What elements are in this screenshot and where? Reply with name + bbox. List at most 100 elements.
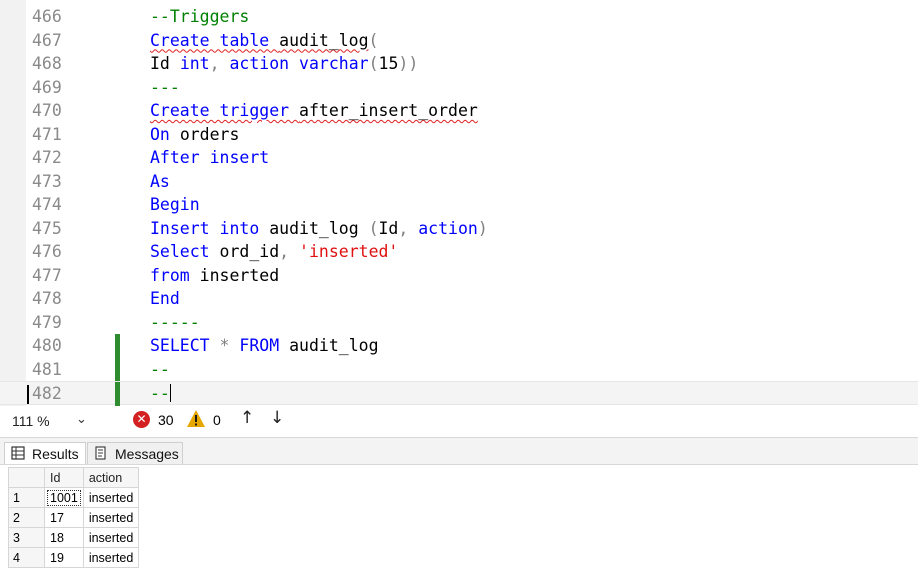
line-number: 476 [32,242,62,261]
code-token: After insert [150,148,270,167]
tab-results-label: Results [32,446,79,462]
row-number[interactable]: 1 [8,487,45,508]
tab-results[interactable]: Results [4,442,86,465]
row-number[interactable]: 4 [8,547,45,568]
code-token: 15 [378,54,399,73]
code-token: SELECT [150,336,220,355]
table-row[interactable]: 3 18 inserted [8,527,140,548]
code-text[interactable]: --Triggers [150,5,249,29]
code-token: ( [368,30,379,50]
code-token: As [150,171,170,191]
code-token: 'inserted' [299,242,399,261]
code-token: , [209,54,230,73]
code-text[interactable]: -- [150,358,170,382]
code-line[interactable]: 470 Create trigger after_insert_order [0,99,918,123]
line-number: 472 [32,148,62,167]
line-number: 470 [32,101,62,120]
code-text[interactable]: As [150,170,170,194]
row-number[interactable]: 2 [8,507,45,528]
table-row[interactable]: 1 1001 inserted [8,487,140,508]
cell-id[interactable]: 1001 [44,487,84,508]
code-line[interactable]: 480 SELECT * FROM audit_log [0,334,918,358]
code-line[interactable]: 476 Select ord_id, 'inserted' [0,240,918,264]
code-text[interactable]: On orders [150,123,239,147]
code-token: ) [477,218,488,238]
code-text[interactable]: --- [150,76,180,100]
code-text[interactable]: -- [150,382,171,406]
code-text[interactable]: End [150,287,180,311]
current-line-marker [27,385,29,404]
table-row[interactable]: 2 17 inserted [8,507,140,528]
line-number: 475 [32,218,62,238]
cell-id[interactable]: 18 [44,527,84,548]
results-grid[interactable]: Id action 1 1001 inserted 2 17 inserted … [8,467,140,568]
code-line[interactable]: 473 As [0,170,918,194]
grid-icon [11,446,25,460]
code-editor[interactable]: 466 --Triggers 467 Create table audit_log(4… [0,0,918,406]
code-line[interactable]: 481 -- [0,357,918,382]
column-header-action[interactable]: action [82,467,140,488]
change-indicator [115,382,120,406]
code-token: int [179,54,210,73]
code-text[interactable]: After insert [150,146,269,170]
cell-id[interactable]: 19 [44,547,84,568]
code-line[interactable]: 468 Id int, action varchar(15)) [0,52,918,76]
cell-id[interactable]: 17 [44,507,84,528]
code-line[interactable]: 467 Create table audit_log( [0,29,918,53]
cell-action[interactable]: inserted [82,547,140,568]
code-line[interactable]: 478 End [0,287,918,311]
code-text[interactable]: from inserted [150,264,279,288]
row-number[interactable]: 3 [8,527,45,548]
code-text[interactable]: Create trigger after_insert_order [150,99,478,123]
code-token: )) [398,54,419,73]
code-token: -- [150,384,170,403]
code-token: action [418,218,478,238]
code-token: ----- [150,312,200,332]
code-line[interactable]: 475 Insert into audit_log (Id, action) [0,217,918,241]
code-text[interactable]: ----- [150,311,200,335]
code-line[interactable]: 482 -- [0,381,918,406]
warning-count[interactable]: 0 [213,412,221,428]
change-indicator [115,334,120,358]
code-token: * [219,336,240,355]
line-number: 466 [32,7,62,26]
previous-issue-arrow-icon[interactable]: ↑ [240,408,254,428]
code-token: after_insert_order [299,101,478,120]
warning-icon[interactable] [186,409,206,429]
code-line[interactable]: 479 ----- [0,311,918,335]
code-text[interactable]: Id int, action varchar(15)) [150,52,418,76]
code-token: End [150,289,180,308]
code-token: --Triggers [150,7,250,26]
results-tab-bar: Results Messages [0,437,918,465]
code-line[interactable]: 466 --Triggers [0,5,918,29]
line-number: 479 [32,312,62,332]
error-count[interactable]: 30 [158,412,174,428]
next-issue-arrow-icon[interactable]: ↓ [270,408,284,428]
cell-action[interactable]: inserted [82,527,140,548]
code-token: audit_log [289,336,379,355]
code-text[interactable]: SELECT * FROM audit_log [150,334,379,358]
code-token: Create trigger [150,101,300,120]
code-token: action [229,54,300,73]
table-row[interactable]: 4 19 inserted [8,547,140,568]
tab-messages[interactable]: Messages [87,442,183,465]
error-icon[interactable]: ✕ [133,411,150,428]
grid-header-row: Id action [8,467,140,488]
zoom-dropdown[interactable]: 111 % ⌄ [4,410,96,432]
code-text[interactable]: Select ord_id, 'inserted' [150,240,398,264]
code-text[interactable]: Insert into audit_log (Id, action) [150,217,488,241]
code-line[interactable]: 477 from inserted [0,264,918,288]
code-text[interactable]: Begin [150,193,200,217]
cell-action[interactable]: inserted [82,507,140,528]
code-line[interactable]: 474 Begin [0,193,918,217]
code-line[interactable]: 471 On orders [0,123,918,147]
code-line[interactable]: 472 After insert [0,146,918,170]
row-number-header[interactable] [8,467,45,488]
code-text[interactable]: Create table audit_log( [150,29,378,53]
column-header-id[interactable]: Id [44,467,84,488]
cell-action[interactable]: inserted [82,487,140,508]
results-pane: Id action 1 1001 inserted 2 17 inserted … [0,464,918,575]
line-number: 467 [32,30,62,50]
code-line[interactable]: 469 --- [0,76,918,100]
code-token: audit_log [279,30,369,50]
